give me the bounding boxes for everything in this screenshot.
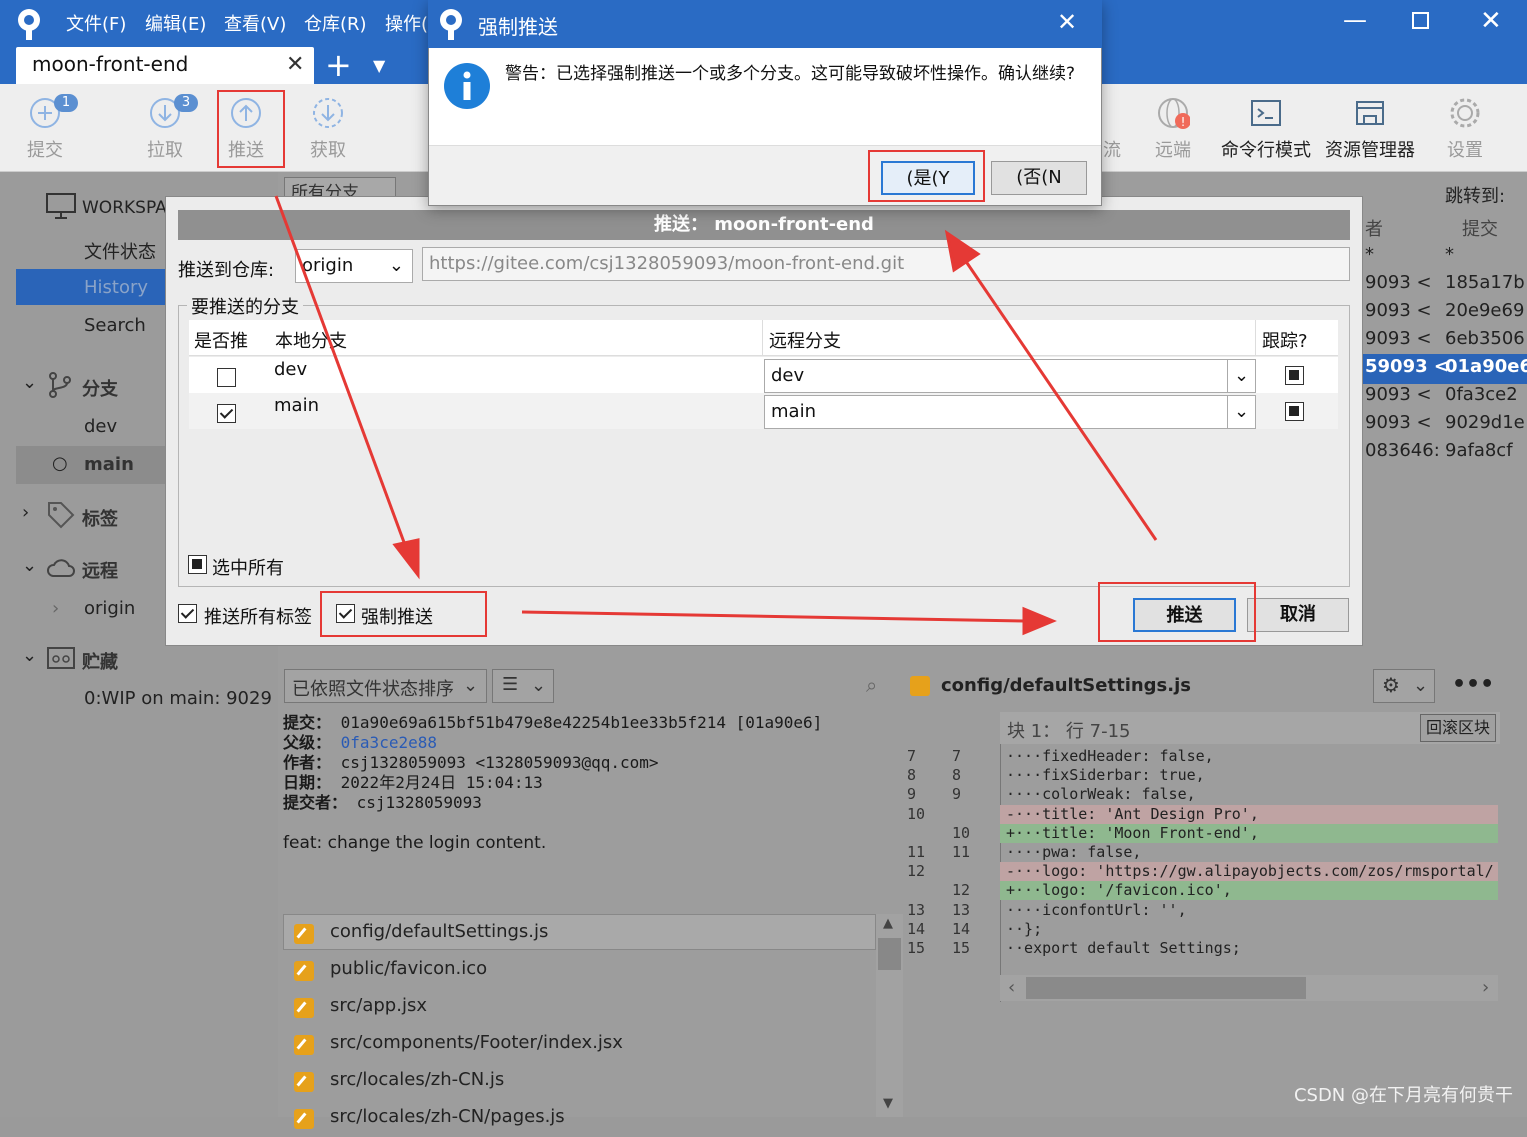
watermark: CSDN @在下月亮有何贵干 [1293, 1085, 1513, 1106]
arrow-push-to-yes-head [944, 229, 981, 273]
annotation-arrows [274, 195, 1158, 636]
arrow-push-to-force-shaft [274, 195, 407, 546]
arrow-push-to-yes-shaft [963, 259, 1158, 541]
arrow-force-to-push-shaft [521, 610, 1026, 623]
arrow-push-to-force-head [392, 538, 420, 580]
arrow-force-to-push-head [1022, 606, 1057, 636]
